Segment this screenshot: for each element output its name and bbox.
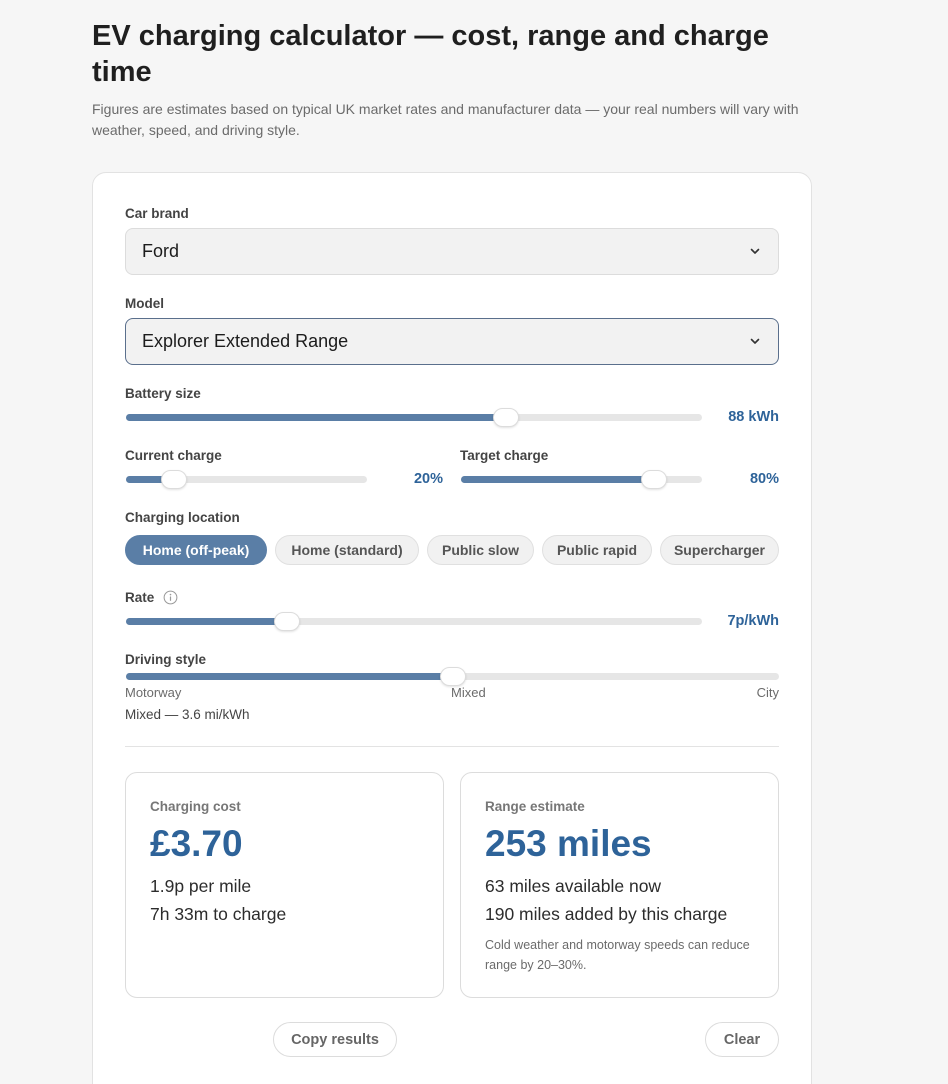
car-brand-select[interactable]: Ford <box>125 228 779 275</box>
model-select[interactable]: Explorer Extended Range <box>125 318 779 365</box>
car-brand-label: Car brand <box>125 206 189 221</box>
page-title: EV charging calculator — cost, range and… <box>92 20 769 88</box>
clear-button[interactable]: Clear <box>705 1022 779 1057</box>
car-brand-value: Ford <box>142 241 180 261</box>
driving-style-hint: Mixed — 3.6 mi/kWh <box>125 707 250 722</box>
location-option-home-standard[interactable]: Home (standard) <box>275 535 419 565</box>
rate-slider[interactable] <box>126 612 702 631</box>
divider <box>125 746 779 747</box>
target-charge-slider[interactable] <box>461 470 702 489</box>
location-option-home-off-peak[interactable]: Home (off-peak) <box>125 535 267 565</box>
charging-cost-card: Charging cost £3.70 1.9p per mile 7h 33m… <box>125 772 444 998</box>
battery-size-label: Battery size <box>125 386 201 401</box>
chevron-down-icon <box>750 338 760 344</box>
charging-location-label: Charging location <box>125 510 240 525</box>
range-estimate-amount: 253 miles <box>485 823 652 864</box>
target-charge-value: 80% <box>749 471 779 487</box>
driving-style-slider[interactable] <box>126 667 779 686</box>
range-note: Cold weather and motorway speeds can red… <box>485 938 750 972</box>
range-available-now: 63 miles available now <box>485 876 662 896</box>
location-option-public-rapid[interactable]: Public rapid <box>542 535 652 565</box>
rate-thumb[interactable] <box>274 612 301 631</box>
chevron-down-icon <box>750 248 760 254</box>
current-charge-slider[interactable] <box>126 470 367 489</box>
battery-size-thumb[interactable] <box>493 408 520 427</box>
driving-style-fill <box>126 673 453 680</box>
current-charge-thumb[interactable] <box>161 470 188 489</box>
model-value: Explorer Extended Range <box>142 331 349 351</box>
battery-size-slider[interactable] <box>126 408 702 427</box>
range-added: 190 miles added by this charge <box>485 904 728 924</box>
battery-size-fill <box>126 414 507 421</box>
range-estimate-label: Range estimate <box>485 799 585 814</box>
rate-fill <box>126 618 288 625</box>
range-estimate-card: Range estimate 253 miles 63 miles availa… <box>460 772 779 998</box>
driving-style-label: Driving style <box>125 652 207 667</box>
model-label: Model <box>125 296 164 311</box>
location-option-supercharger[interactable]: Supercharger <box>660 535 779 565</box>
target-charge-thumb[interactable] <box>640 470 667 489</box>
driving-style-city-label: City <box>756 685 779 700</box>
driving-style-motorway-label: Motorway <box>125 685 182 700</box>
current-charge-label: Current charge <box>125 448 222 463</box>
page-subtitle: Figures are estimates based on typical U… <box>92 101 799 138</box>
driving-style-thumb[interactable] <box>439 667 466 686</box>
charging-cost-label: Charging cost <box>150 799 241 814</box>
rate-value: 7p/kWh <box>727 613 779 629</box>
target-charge-label: Target charge <box>460 448 549 463</box>
charging-cost-amount: £3.70 <box>150 823 243 864</box>
rate-label: Rate <box>125 590 155 605</box>
info-icon[interactable] <box>163 590 178 605</box>
copy-results-button[interactable]: Copy results <box>273 1022 397 1057</box>
current-charge-value: 20% <box>413 471 443 487</box>
charge-time: 7h 33m to charge <box>150 904 287 924</box>
location-option-public-slow[interactable]: Public slow <box>427 535 534 565</box>
target-charge-fill <box>461 476 654 483</box>
driving-style-mixed-label: Mixed <box>451 685 486 700</box>
battery-size-value: 88 kWh <box>728 409 779 425</box>
cost-per-mile: 1.9p per mile <box>150 876 252 896</box>
